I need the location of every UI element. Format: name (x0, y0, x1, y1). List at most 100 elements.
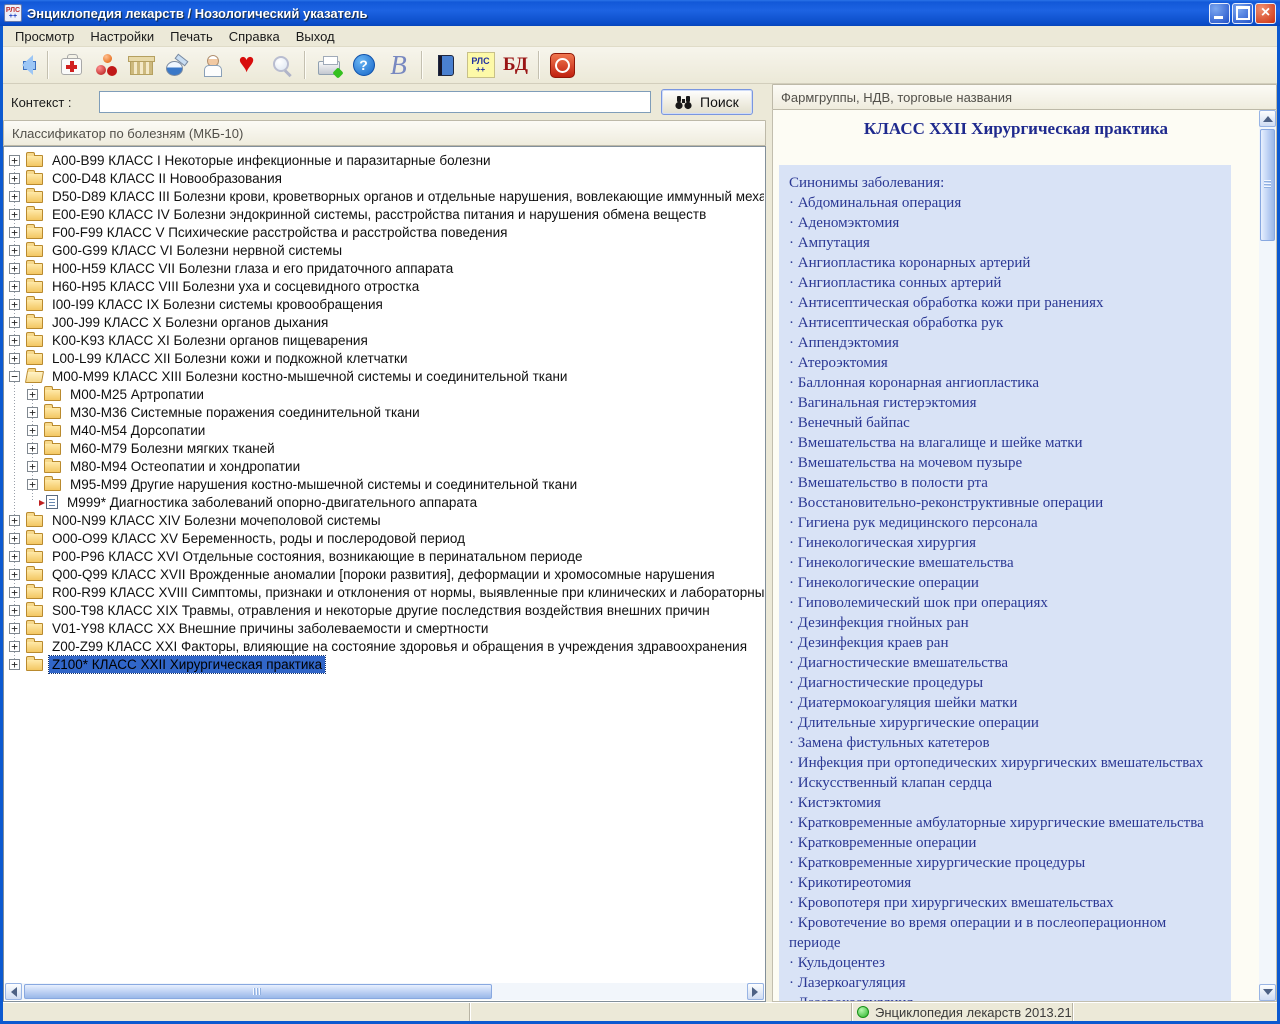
folder-icon (26, 569, 43, 581)
doctor-button[interactable] (196, 50, 227, 81)
menu-item-view[interactable]: Просмотр (7, 27, 82, 46)
heart-button[interactable] (231, 50, 262, 81)
expand-toggle[interactable]: + (27, 389, 38, 400)
expand-toggle[interactable]: + (9, 659, 20, 670)
building-button[interactable] (126, 50, 157, 81)
expand-toggle[interactable]: + (27, 461, 38, 472)
tree-item-label[interactable]: J00-J99 КЛАСС X Болезни органов дыхания (49, 314, 331, 331)
rls-logo-button[interactable]: РЛС (465, 50, 496, 81)
tree-item-label[interactable]: H00-H59 КЛАСС VII Болезни глаза и его пр… (49, 260, 456, 277)
expand-toggle[interactable]: + (9, 227, 20, 238)
flask-button[interactable] (161, 50, 192, 81)
tree-item-label[interactable]: G00-G99 КЛАСС VI Болезни нервной системы (49, 242, 345, 259)
expand-toggle[interactable]: + (9, 641, 20, 652)
menu-item-help[interactable]: Справка (221, 27, 288, 46)
tree-item-label[interactable]: S00-T98 КЛАСС XIX Травмы, отравления и н… (49, 602, 713, 619)
expand-toggle[interactable]: + (9, 191, 20, 202)
tree-item-label[interactable]: Q00-Q99 КЛАСС XVII Врожденные аномалии [… (49, 566, 718, 583)
expand-toggle[interactable]: + (27, 407, 38, 418)
expand-toggle[interactable]: + (9, 569, 20, 580)
collapse-toggle[interactable]: − (9, 371, 20, 382)
maximize-button[interactable] (1232, 3, 1253, 24)
prescription-b-button[interactable]: B (383, 50, 414, 81)
vertical-scrollbar[interactable] (1259, 110, 1276, 1001)
tree-item: + P00-P96 КЛАСС XVI Отдельные состояния, … (5, 547, 764, 565)
expand-toggle[interactable]: + (27, 425, 38, 436)
tree-item-label[interactable]: R00-R99 КЛАСС XVIII Симптомы, признаки и… (49, 584, 764, 601)
tree-item-label[interactable]: M95-M99 Другие нарушения костно-мышечной… (67, 476, 580, 493)
context-input[interactable] (99, 91, 651, 113)
expand-toggle[interactable]: + (9, 263, 20, 274)
tree-item-label[interactable]: H60-H95 КЛАСС VIII Болезни уха и сосцеви… (49, 278, 422, 295)
tree-item-label[interactable]: Z00-Z99 КЛАСС XXI Факторы, влияющие на с… (49, 638, 750, 655)
print-button[interactable] (313, 50, 344, 81)
expand-toggle[interactable]: + (9, 281, 20, 292)
expand-toggle[interactable]: + (9, 155, 20, 166)
menu-item-settings[interactable]: Настройки (82, 27, 162, 46)
tree-item-label[interactable]: L00-L99 КЛАСС XII Болезни кожи и подкожн… (49, 350, 411, 367)
expand-toggle[interactable]: + (9, 209, 20, 220)
scroll-down-button[interactable] (1259, 984, 1276, 1001)
tree-item-label[interactable]: M00-M25 Артропатии (67, 386, 207, 403)
expand-toggle[interactable]: + (27, 479, 38, 490)
scroll-right-button[interactable] (747, 983, 764, 1000)
tree-item: + M00-M25 Артропатии (5, 385, 764, 403)
horizontal-scrollbar[interactable] (5, 983, 764, 1000)
search-button[interactable]: Поиск (661, 89, 753, 115)
database-button[interactable]: БД (500, 50, 531, 81)
tree-item-label[interactable]: Z100* КЛАСС XXII Хирургическая практика (49, 656, 325, 673)
expand-toggle[interactable]: + (9, 605, 20, 616)
tree-item-label[interactable]: O00-O99 КЛАСС XV Беременность, роды и по… (49, 530, 468, 547)
tree-item: + E00-E90 КЛАСС IV Болезни эндокринной си… (5, 205, 764, 223)
tree-item-label[interactable]: N00-N99 КЛАСС XIV Болезни мочеполовой си… (49, 512, 384, 529)
tree-item: + V01-Y98 КЛАСС XX Внешние причины заболе… (5, 619, 764, 637)
expand-toggle[interactable]: + (9, 317, 20, 328)
synonym-item: · Аппендэктомия (789, 333, 1221, 353)
close-button[interactable] (1255, 3, 1276, 24)
expand-toggle[interactable]: + (9, 587, 20, 598)
expand-toggle[interactable]: + (9, 353, 20, 364)
expand-toggle[interactable]: + (9, 335, 20, 346)
menu-item-exit[interactable]: Выход (288, 27, 343, 46)
folder-icon (44, 407, 61, 419)
horizontal-scroll-thumb[interactable] (24, 984, 492, 999)
search-tool-button[interactable] (266, 50, 297, 81)
tree-item-label[interactable]: M999* Диагностика заболеваний опорно-дви… (64, 494, 480, 511)
expand-toggle[interactable]: + (27, 443, 38, 454)
classifier-header: Классификатор по болезням (МКБ-10) (3, 120, 766, 146)
tree-item-label[interactable]: M30-M36 Системные поражения соединительн… (67, 404, 423, 421)
tree-item-label[interactable]: I00-I99 КЛАСС IX Болезни системы кровооб… (49, 296, 386, 313)
expand-toggle[interactable]: + (9, 299, 20, 310)
expand-toggle[interactable]: + (9, 551, 20, 562)
expand-toggle[interactable]: + (9, 533, 20, 544)
molecule-button[interactable] (91, 50, 122, 81)
tree-item-label[interactable]: M40-M54 Дорсопатии (67, 422, 208, 439)
vertical-scroll-thumb[interactable] (1260, 129, 1275, 241)
menu-item-print[interactable]: Печать (162, 27, 221, 46)
title-bar[interactable]: РЛС Энциклопедия лекарств / Нозологическ… (0, 0, 1280, 26)
expand-toggle[interactable]: + (9, 515, 20, 526)
book-button[interactable] (430, 50, 461, 81)
tree-item-label[interactable]: V01-Y98 КЛАСС XX Внешние причины заболев… (49, 620, 491, 637)
back-button[interactable] (9, 50, 40, 81)
minimize-button[interactable] (1209, 3, 1230, 24)
power-button[interactable] (547, 50, 578, 81)
tree-item-label[interactable]: E00-E90 КЛАСС IV Болезни эндокринной сис… (49, 206, 709, 223)
tree-item-label[interactable]: M60-M79 Болезни мягких тканей (67, 440, 278, 457)
expand-toggle[interactable]: + (9, 173, 20, 184)
help-button[interactable] (348, 50, 379, 81)
folder-icon (26, 533, 43, 545)
tree-item-label[interactable]: M00-M99 КЛАСС XIII Болезни костно-мышечн… (49, 368, 570, 385)
first-aid-kit-button[interactable] (56, 50, 87, 81)
tree-item-label[interactable]: F00-F99 КЛАСС V Психические расстройства… (49, 224, 510, 241)
scroll-up-button[interactable] (1259, 110, 1276, 127)
tree-item-label[interactable]: D50-D89 КЛАСС III Болезни крови, кроветв… (49, 188, 764, 205)
tree-item-label[interactable]: C00-D48 КЛАСС II Новообразования (49, 170, 285, 187)
expand-toggle[interactable]: + (9, 245, 20, 256)
expand-toggle[interactable]: + (9, 623, 20, 634)
tree-item-label[interactable]: M80-M94 Остеопатии и хондропатии (67, 458, 303, 475)
scroll-left-button[interactable] (5, 983, 22, 1000)
tree-item-label[interactable]: P00-P96 КЛАСС XVI Отдельные состояния, в… (49, 548, 585, 565)
tree-item-label[interactable]: A00-B99 КЛАСС I Некоторые инфекционные и… (49, 152, 494, 169)
tree-item-label[interactable]: K00-K93 КЛАСС XI Болезни органов пищевар… (49, 332, 371, 349)
